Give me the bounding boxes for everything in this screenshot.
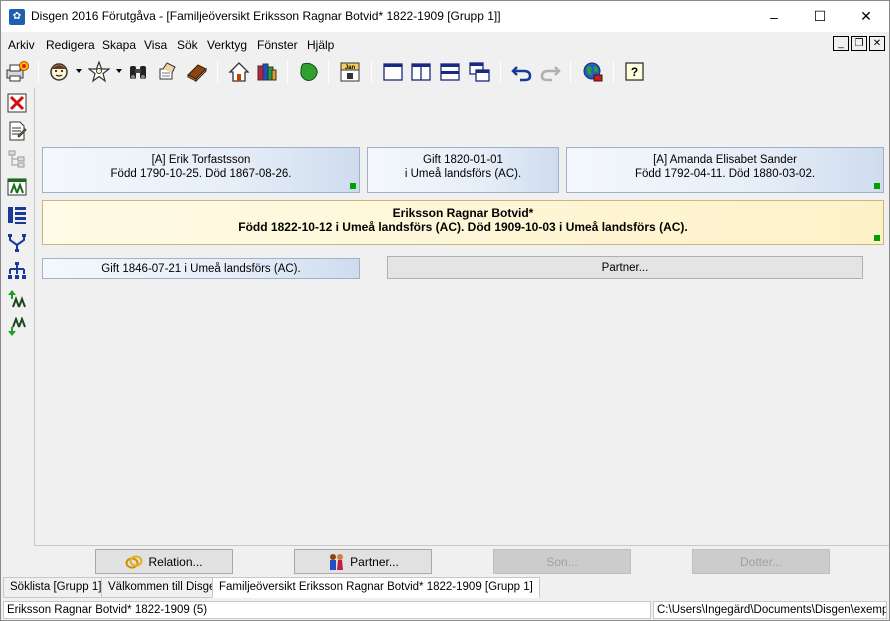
marriage-card[interactable]: Gift 1846-07-21 i Umeå landsförs (AC). (42, 258, 360, 279)
globe-icon[interactable] (581, 60, 605, 84)
book-icon[interactable] (185, 60, 209, 84)
menu-arkiv[interactable]: Arkiv (8, 38, 35, 52)
svg-text:Jan: Jan (345, 65, 356, 71)
daughter-button[interactable]: Dotter... (692, 549, 830, 574)
mdi-restore-button[interactable]: ❐ (851, 36, 867, 51)
partner-button[interactable]: Partner... (294, 549, 432, 574)
action-bar: Relation... Partner... Son... Dotter... (34, 545, 889, 577)
star-person-icon[interactable] (87, 60, 111, 84)
close-button[interactable]: ✕ (843, 1, 889, 32)
menu-verktyg[interactable]: Verktyg (207, 38, 247, 52)
title-bar: ✿ Disgen 2016 Förutgåva - [Familjeöversi… (1, 1, 889, 32)
mdi-minimize-button[interactable]: _ (833, 36, 849, 51)
son-button-label: Son... (546, 554, 578, 569)
maximize-button[interactable]: ☐ (797, 1, 843, 32)
window-tabs: Söklista [Grupp 1] Välkommen till Disgen… (1, 577, 889, 599)
family-overview-panel: [A] Erik Torfastsson Född 1790-10-25. Dö… (34, 88, 889, 546)
tab-valkommen[interactable]: Välkommen till Disgen (101, 577, 229, 598)
couple-icon (330, 553, 344, 570)
status-current-person: Eriksson Ragnar Botvid* 1822-1909 (5) (3, 601, 651, 619)
redo-icon[interactable] (538, 60, 562, 84)
partner-slot[interactable]: Partner... (387, 256, 863, 279)
ancestors-icon[interactable] (5, 175, 29, 199)
undo-icon[interactable] (510, 60, 534, 84)
tab-familjeoversikt[interactable]: Familjeöversikt Eriksson Ragnar Botvid* … (212, 577, 540, 598)
mother-name: [A] Amanda Elisabet Sander (653, 154, 797, 166)
status-indicator (874, 183, 880, 189)
main-person-details: Född 1822-10-12 i Umeå landsförs (AC). D… (238, 220, 688, 234)
descendants-icon[interactable] (5, 259, 29, 283)
son-button[interactable]: Son... (493, 549, 631, 574)
status-indicator (350, 183, 356, 189)
books-icon[interactable] (255, 60, 279, 84)
mdi-close-button[interactable]: ✕ (869, 36, 885, 51)
mother-dates: Född 1792-04-11. Död 1880-03-02. (634, 168, 816, 180)
delete-person-icon[interactable] (5, 91, 29, 115)
menu-fonster[interactable]: Fönster (257, 38, 298, 52)
mdi-controls: _ ❐ ✕ (833, 36, 885, 51)
menu-bar: Arkiv Redigera Skapa Visa Sök Verktyg Fö… (1, 34, 889, 56)
menu-sok[interactable]: Sök (177, 38, 198, 52)
toolbar: Jan ? (1, 57, 889, 87)
binoculars-icon[interactable] (126, 60, 150, 84)
person-icon[interactable] (47, 60, 71, 84)
partner-slot-label: Partner... (601, 262, 649, 274)
window-horizontal-icon[interactable] (438, 60, 462, 84)
svg-text:?: ? (631, 65, 638, 79)
menu-skapa[interactable]: Skapa (102, 38, 136, 52)
left-toolbar (1, 89, 33, 575)
minimize-button[interactable]: – (751, 1, 797, 32)
descendants-down-icon[interactable] (5, 315, 29, 339)
edit-notes-icon[interactable] (5, 119, 29, 143)
status-database-path: C:\Users\Ingegärd\Documents\Disgen\exemp… (653, 601, 887, 619)
rings-icon (125, 555, 143, 568)
mother-card[interactable]: [A] Amanda Elisabet Sander Född 1792-04-… (566, 147, 884, 193)
app-window: ✿ Disgen 2016 Förutgåva - [Familjeöversi… (0, 0, 890, 621)
window-title: Disgen 2016 Förutgåva - [Familjeöversikt… (31, 9, 501, 23)
tree-view-icon[interactable] (5, 147, 29, 171)
family-list-icon[interactable] (5, 203, 29, 227)
status-bar: Eriksson Ragnar Botvid* 1822-1909 (5) C:… (1, 600, 889, 620)
marriage-info: Gift 1846-07-21 i Umeå landsförs (AC). (101, 263, 301, 275)
window-cascade-icon[interactable] (467, 60, 491, 84)
ancestors-up-icon[interactable] (5, 287, 29, 311)
status-indicator (874, 235, 880, 241)
father-name: [A] Erik Torfastsson (151, 154, 251, 166)
print-icon[interactable] (5, 60, 29, 84)
main-person-card[interactable]: Eriksson Ragnar Botvid* Född 1822-10-12 … (42, 200, 884, 245)
daughter-button-label: Dotter... (739, 554, 783, 569)
relation-button[interactable]: Relation... (95, 549, 233, 574)
father-dates: Född 1790-10-25. Död 1867-08-26. (110, 168, 292, 180)
menu-hjalp[interactable]: Hjälp (307, 38, 334, 52)
parents-marriage-place: i Umeå landsförs (AC). (404, 168, 522, 180)
help-icon[interactable]: ? (623, 60, 647, 84)
menu-redigera[interactable]: Redigera (46, 38, 95, 52)
parents-marriage-date: Gift 1820-01-01 (423, 154, 503, 166)
hand-icon[interactable] (156, 60, 180, 84)
tab-soklista[interactable]: Söklista [Grupp 1] (3, 577, 109, 598)
menu-visa[interactable]: Visa (144, 38, 167, 52)
pedigree-icon[interactable] (5, 231, 29, 255)
home-icon[interactable] (227, 60, 251, 84)
map-icon[interactable] (297, 60, 321, 84)
window-split-icon[interactable] (409, 60, 433, 84)
partner-button-label: Partner... (350, 554, 399, 569)
main-person-name: Eriksson Ragnar Botvid* (392, 206, 534, 220)
father-card[interactable]: [A] Erik Torfastsson Född 1790-10-25. Dö… (42, 147, 360, 193)
parents-marriage-card[interactable]: Gift 1820-01-01 i Umeå landsförs (AC). (367, 147, 559, 193)
calendar-icon[interactable]: Jan (338, 60, 362, 84)
disgen-app-icon[interactable]: ✿ (9, 9, 25, 25)
relation-button-label: Relation... (148, 554, 203, 569)
window-single-icon[interactable] (381, 60, 405, 84)
